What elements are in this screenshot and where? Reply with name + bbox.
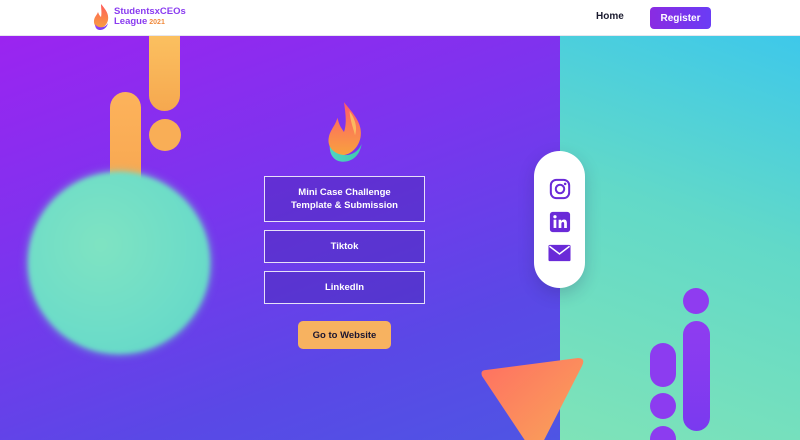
link-label: Tiktok: [330, 241, 359, 252]
decorative-pill: [683, 321, 710, 431]
go-to-website-button[interactable]: Go to Website: [298, 321, 391, 349]
decorative-pill: [149, 36, 180, 111]
decorative-triangle: [481, 358, 584, 440]
flame-logo-icon: [93, 4, 109, 30]
decorative-dot: [149, 119, 181, 151]
social-links-card: [534, 151, 585, 288]
top-header: StudentsxCEOs League 2021 Home Register: [0, 0, 800, 36]
brand-logo[interactable]: StudentsxCEOs League 2021: [91, 3, 186, 31]
logo-sub: League: [114, 15, 148, 27]
hero-background-teal: [560, 36, 800, 440]
linkedin-link[interactable]: LinkedIn: [264, 271, 425, 304]
tiktok-link[interactable]: Tiktok: [264, 230, 425, 263]
decorative-dot: [650, 393, 676, 419]
register-button[interactable]: Register: [650, 7, 711, 29]
decorative-blob: [28, 172, 210, 354]
linkedin-icon[interactable]: [548, 210, 571, 233]
link-label-line2: Template & Submission: [291, 200, 398, 211]
logo-year: 2021: [149, 18, 165, 26]
nav-home-link[interactable]: Home: [596, 11, 624, 22]
flame-logo-icon: [328, 102, 362, 162]
mail-icon[interactable]: [548, 241, 571, 264]
link-label: LinkedIn: [324, 282, 365, 293]
decorative-dot: [683, 288, 709, 314]
link-label-line1: Mini Case Challenge: [298, 187, 391, 198]
hero-section: Mini Case Challenge Template & Submissio…: [0, 36, 800, 440]
logo-text: StudentsxCEOs League 2021: [114, 6, 186, 28]
mini-case-challenge-link[interactable]: Mini Case Challenge Template & Submissio…: [264, 176, 425, 222]
instagram-icon[interactable]: [548, 177, 571, 200]
decorative-pill: [650, 343, 676, 387]
